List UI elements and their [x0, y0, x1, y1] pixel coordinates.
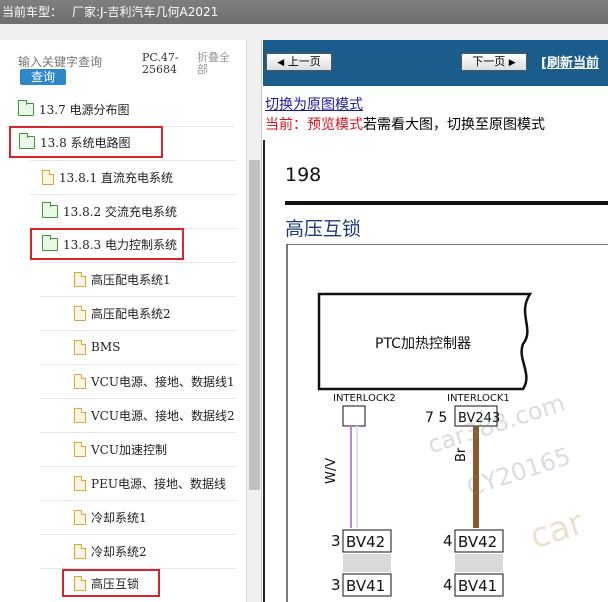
pin-left-label: INTERLOCK2 [333, 393, 396, 404]
tree-item-label: 13.8.3 电力控制系统 [63, 237, 177, 252]
tree-item[interactable]: PEU电源、接地、数据线 [74, 466, 226, 500]
vehicle-label: 当前车型： [2, 5, 63, 19]
collapse-all-link[interactable]: 折叠全 部 [197, 52, 237, 76]
page-icon [74, 543, 86, 559]
row-gap-right [455, 554, 503, 572]
tree-item-label: 冷却系统2 [91, 544, 147, 559]
scroll-thumb[interactable] [249, 160, 260, 490]
row2-left-pin: 3 [331, 576, 341, 594]
current-prefix: 当前： [265, 117, 307, 133]
tree-item[interactable]: 13.7 电源分布图 [18, 92, 130, 126]
page-icon [42, 169, 54, 185]
tree-item[interactable]: 冷却系统2 [74, 534, 147, 568]
tree-item[interactable]: BMS [74, 330, 120, 364]
catalog-panel: 查询 PC.47- 25684 折叠全 部 13.7 电源分布图 13.8 系统… [0, 40, 262, 602]
folder-icon [42, 201, 58, 218]
page-icon [74, 475, 86, 491]
tree-item[interactable]: VCU电源、接地、数据线1 [74, 364, 235, 398]
tree-item-label: PEU电源、接地、数据线 [91, 476, 226, 491]
tree-item-label: 高压配电系统1 [91, 272, 171, 287]
tree-item-label: 高压互锁 [91, 576, 140, 591]
search-area: 查询 PC.47- 25684 折叠全 部 [0, 40, 246, 90]
pin-right-label: INTERLOCK1 [447, 393, 510, 404]
row2-right-pin: 4 [443, 576, 453, 594]
prev-page-label: 上一页 [287, 55, 321, 68]
tree-item-label: 13.8.1 直流充电系统 [59, 170, 173, 185]
pin-left-box [342, 405, 366, 427]
query-button[interactable]: 查询 [20, 69, 66, 85]
tree-item[interactable]: 高压配电系统1 [74, 262, 171, 296]
tree-item-label: 13.7 电源分布图 [39, 102, 130, 117]
row1-left-pin: 3 [331, 532, 341, 550]
search-input[interactable] [18, 54, 108, 70]
wire-left-label: W/V [324, 458, 339, 484]
tree-item-label: BMS [91, 340, 121, 354]
document-page: 198 高压互锁 PTC加热控制器 INTERLOCK2 INTERLOCK1 … [263, 140, 608, 602]
tree-item-selected[interactable]: 高压互锁 [62, 569, 160, 597]
page-icon [74, 441, 86, 457]
row2-left-conn: BV41 [346, 577, 385, 595]
row2-right-conn: BV41 [458, 577, 497, 595]
tree-item-label: VCU电源、接地、数据线1 [91, 374, 235, 389]
tree-item-label: 高压配电系统2 [91, 306, 171, 321]
mode-hint-text: 若需看大图，切换至原图模式 [363, 117, 545, 133]
tree-item-selected[interactable]: 13.8.3 电力控制系统 [30, 228, 184, 260]
tree-item-label: 冷却系统1 [91, 510, 147, 525]
tree-item[interactable]: 高压配电系统2 [74, 296, 171, 330]
page-icon [74, 271, 86, 287]
tree-item[interactable]: 13.8.1 直流充电系统 [42, 160, 173, 194]
tree-item[interactable]: 13.8.2 交流充电系统 [42, 194, 177, 228]
page-nav-bar: ◀ 上一页 下一页 ▶ [刷新当前 [263, 40, 608, 86]
pin-right-numbers: 7 5 [425, 410, 447, 426]
page-number: 198 [285, 164, 322, 186]
folder-icon [42, 234, 58, 251]
page-icon [74, 373, 86, 389]
arrow-left-icon: ◀ [277, 58, 285, 68]
tree-item[interactable]: VCU加速控制 [74, 432, 167, 466]
page-icon [74, 339, 86, 355]
current-mode: 预览模式 [307, 117, 363, 133]
row1-right-conn: BV42 [458, 533, 497, 551]
page-icon [74, 575, 86, 591]
page-icon [74, 407, 86, 423]
title-bar: 当前车型： 厂家:J-吉利汽车几何A2021 [0, 0, 608, 24]
arrow-right-icon: ▶ [508, 58, 516, 68]
next-page-label: 下一页 [472, 55, 506, 68]
mode-hint: 当前：预览模式若需看大图，切换至原图模式 [265, 114, 545, 134]
divider [40, 330, 236, 331]
next-page-button[interactable]: 下一页 ▶ [461, 53, 527, 71]
tree-item-label: VCU加速控制 [91, 442, 167, 457]
collapse-line-2: 部 [197, 63, 208, 76]
version-line-2: 25684 [142, 63, 177, 76]
folder-icon [19, 132, 35, 149]
folder-icon [18, 99, 34, 116]
refresh-link[interactable]: [刷新当前 [541, 52, 599, 71]
tree-item[interactable]: VCU电源、接地、数据线2 [74, 398, 235, 432]
toolbar-gap [0, 24, 608, 40]
tree-item[interactable]: 冷却系统1 [74, 500, 147, 534]
viewer-panel: ◀ 上一页 下一页 ▶ [刷新当前 切换为原图模式 当前：预览模式若需看大图，切… [263, 40, 608, 602]
section-title: 高压互锁 [285, 218, 362, 240]
module-name: PTC加热控制器 [375, 336, 471, 352]
switch-mode-link[interactable]: 切换为原图模式 [265, 94, 363, 114]
tree-scrollbar[interactable] [246, 40, 261, 602]
tree-item-label: 13.8.2 交流充电系统 [63, 204, 177, 219]
manufacturer-label: 厂家:J-吉利汽车几何A2021 [72, 5, 219, 19]
page-icon [74, 305, 86, 321]
prev-page-button[interactable]: ◀ 上一页 [266, 53, 332, 71]
row1-left-conn: BV42 [346, 533, 385, 551]
row-gap-left [343, 554, 391, 572]
tree-item-selected[interactable]: 13.8 系统电路图 [9, 126, 163, 158]
page-icon [74, 509, 86, 525]
tree-item-label: 13.8 系统电路图 [40, 135, 131, 150]
version-code: PC.47- 25684 [142, 52, 192, 76]
header-rule [285, 201, 608, 205]
tree-item-label: VCU电源、接地、数据线2 [91, 408, 235, 423]
row1-right-pin: 4 [443, 532, 453, 550]
